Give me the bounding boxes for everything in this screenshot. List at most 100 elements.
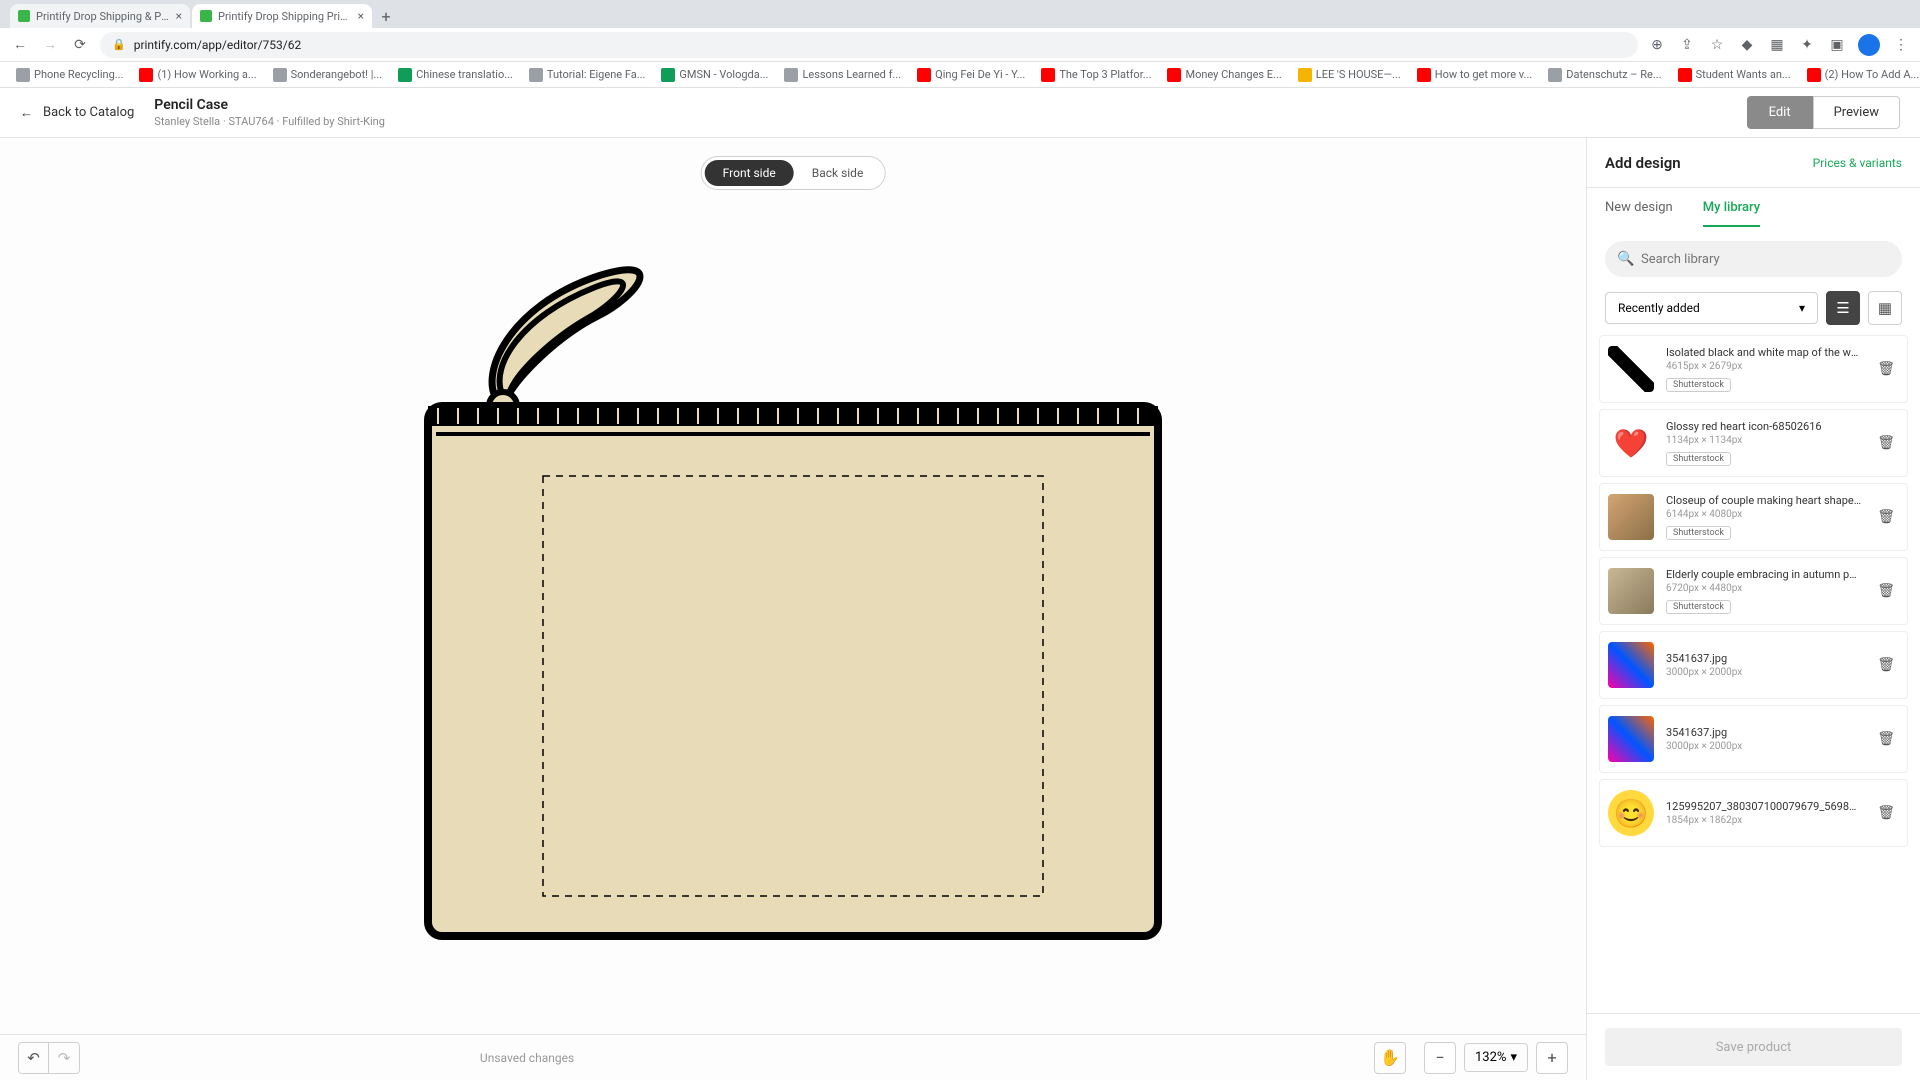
- bookmark-label: Phone Recycling...: [34, 68, 123, 81]
- undo-button[interactable]: ↶: [19, 1043, 49, 1073]
- delete-icon[interactable]: 🗑: [1873, 505, 1899, 529]
- header-actions: Edit Preview: [1747, 96, 1900, 129]
- bookmark-label: Lessons Learned f...: [802, 68, 901, 81]
- front-side-button[interactable]: Front side: [705, 160, 794, 186]
- library-item[interactable]: Elderly couple embracing in autumn park …: [1599, 557, 1908, 625]
- edit-button[interactable]: Edit: [1747, 96, 1813, 129]
- bookmark-label: Tutorial: Eigene Fa...: [547, 68, 646, 81]
- browser-tab[interactable]: Printify Drop Shipping & Printi ×: [10, 4, 190, 28]
- back-to-catalog[interactable]: ← Back to Catalog: [20, 105, 134, 121]
- prices-variants-link[interactable]: Prices & variants: [1813, 156, 1902, 170]
- toolbar-icons: ⊕ ⇪ ☆ ◆ ▦ ✦ ▣ ⋮: [1648, 34, 1910, 56]
- back-side-button[interactable]: Back side: [794, 160, 882, 186]
- bookmark-favicon-icon: [1678, 68, 1692, 82]
- library-item-dims: 6720px × 4480px: [1666, 583, 1861, 594]
- library-item-name: 3541637.jpg: [1666, 652, 1861, 665]
- library-item[interactable]: Isolated black and white map of the word…: [1599, 335, 1908, 403]
- library-info: Elderly couple embracing in autumn park …: [1666, 568, 1861, 614]
- bookmark-favicon-icon: [398, 68, 412, 82]
- delete-icon[interactable]: 🗑: [1873, 653, 1899, 677]
- bookmark-item[interactable]: (2) How To Add A...: [1801, 66, 1920, 84]
- sort-label: Recently added: [1618, 301, 1700, 315]
- bookmark-label: LEE 'S HOUSE—...: [1316, 68, 1401, 81]
- profile-avatar[interactable]: [1858, 34, 1880, 56]
- bookmark-item[interactable]: How to get more v...: [1411, 66, 1539, 84]
- library-item[interactable]: Closeup of couple making heart shape wit…: [1599, 483, 1908, 551]
- bookmark-item[interactable]: Sonderangebot! |...: [267, 66, 389, 84]
- delete-icon[interactable]: 🗑: [1873, 357, 1899, 381]
- delete-icon[interactable]: 🗑: [1873, 579, 1899, 603]
- library-item-name: 3541637.jpg: [1666, 726, 1861, 739]
- bookmark-item[interactable]: Money Changes E...: [1161, 66, 1287, 84]
- product-info: Pencil Case Stanley Stella · STAU764 · F…: [154, 97, 385, 128]
- bookmark-item[interactable]: Phone Recycling...: [10, 66, 129, 84]
- right-panel: Add design Prices & variants New design …: [1586, 138, 1920, 1080]
- redo-button[interactable]: ↷: [49, 1043, 79, 1073]
- bookmark-favicon-icon: [1417, 68, 1431, 82]
- bookmark-item[interactable]: The Top 3 Platfor...: [1035, 66, 1157, 84]
- library-item[interactable]: ❤️ Glossy red heart icon-68502616 1134px…: [1599, 409, 1908, 477]
- library-item[interactable]: 3541637.jpg 3000px × 2000px 🗑: [1599, 631, 1908, 699]
- zoom-value: 132%: [1475, 1050, 1506, 1065]
- zoom-level[interactable]: 132% ▾: [1464, 1043, 1528, 1072]
- canvas-area: Front side Back side: [0, 138, 1586, 1080]
- close-icon[interactable]: ×: [176, 9, 182, 23]
- delete-icon[interactable]: 🗑: [1873, 431, 1899, 455]
- panel-tabs: New design My library: [1587, 188, 1920, 227]
- panel-icon[interactable]: ▣: [1828, 36, 1846, 54]
- zoom-out-button[interactable]: −: [1424, 1042, 1456, 1074]
- app-header: ← Back to Catalog Pencil Case Stanley St…: [0, 88, 1920, 138]
- zoom-in-button[interactable]: +: [1536, 1042, 1568, 1074]
- bookmark-icon[interactable]: ☆: [1708, 36, 1726, 54]
- tab-my-library[interactable]: My library: [1703, 200, 1760, 227]
- menu-icon[interactable]: ⋮: [1892, 36, 1910, 54]
- library-search: 🔍: [1605, 241, 1902, 277]
- forward-icon[interactable]: →: [40, 35, 60, 55]
- bookmark-item[interactable]: Tutorial: Eigene Fa...: [523, 66, 652, 84]
- delete-icon[interactable]: 🗑: [1873, 801, 1899, 825]
- bookmark-item[interactable]: Lessons Learned f...: [778, 66, 907, 84]
- extension-icon[interactable]: ◆: [1738, 36, 1756, 54]
- extension-icon[interactable]: ▦: [1768, 36, 1786, 54]
- app-body: Front side Back side: [0, 138, 1920, 1080]
- save-product-button[interactable]: Save product: [1605, 1028, 1902, 1066]
- hand-tool-button[interactable]: ✋: [1374, 1042, 1406, 1074]
- library-thumbnail: [1608, 716, 1654, 762]
- browser-tab-active[interactable]: Printify Drop Shipping Print o ×: [192, 4, 372, 28]
- pencil-case-mockup: [388, 216, 1198, 956]
- canvas-stage[interactable]: [0, 138, 1586, 1034]
- bookmark-favicon-icon: [1807, 68, 1821, 82]
- url-bar[interactable]: 🔒 printify.com/app/editor/753/62: [100, 32, 1638, 58]
- preview-button[interactable]: Preview: [1813, 96, 1900, 129]
- bookmarks-bar: Phone Recycling... (1) How Working a... So…: [0, 62, 1920, 88]
- share-icon[interactable]: ⇪: [1678, 36, 1696, 54]
- library-item[interactable]: 😊 125995207_380307100079679_5698227533..…: [1599, 779, 1908, 847]
- new-tab-button[interactable]: +: [374, 4, 398, 28]
- translate-icon[interactable]: ⊕: [1648, 36, 1666, 54]
- puzzle-icon[interactable]: ✦: [1798, 36, 1816, 54]
- bookmark-item[interactable]: Datenschutz – Re...: [1542, 66, 1667, 84]
- bookmark-label: Chinese translatio...: [416, 68, 513, 81]
- bookmark-item[interactable]: Chinese translatio...: [392, 66, 519, 84]
- list-view-button[interactable]: ☰: [1826, 291, 1860, 325]
- bookmark-item[interactable]: Student Wants an...: [1672, 66, 1797, 84]
- delete-icon[interactable]: 🗑: [1873, 727, 1899, 751]
- tab-new-design[interactable]: New design: [1605, 200, 1673, 227]
- bookmark-item[interactable]: LEE 'S HOUSE—...: [1292, 66, 1407, 84]
- bookmark-label: How to get more v...: [1435, 68, 1533, 81]
- undo-redo: ↶ ↷: [18, 1042, 80, 1074]
- sort-dropdown[interactable]: Recently added ▾: [1605, 292, 1818, 324]
- bookmark-item[interactable]: (1) How Working a...: [133, 66, 262, 84]
- grid-view-button[interactable]: ▦: [1868, 291, 1902, 325]
- reload-icon[interactable]: ⟳: [70, 35, 90, 55]
- bookmark-label: Student Wants an...: [1696, 68, 1791, 81]
- search-input[interactable]: [1605, 241, 1902, 277]
- bookmark-item[interactable]: GMSN - Vologda...: [655, 66, 774, 84]
- bookmark-item[interactable]: Qing Fei De Yi - Y...: [911, 66, 1031, 84]
- close-icon[interactable]: ×: [358, 9, 364, 23]
- back-icon[interactable]: ←: [10, 35, 30, 55]
- library-item[interactable]: 3541637.jpg 3000px × 2000px 🗑: [1599, 705, 1908, 773]
- library-info: Closeup of couple making heart shape wit…: [1666, 494, 1861, 540]
- bookmark-favicon-icon: [16, 68, 30, 82]
- back-label: Back to Catalog: [43, 105, 134, 120]
